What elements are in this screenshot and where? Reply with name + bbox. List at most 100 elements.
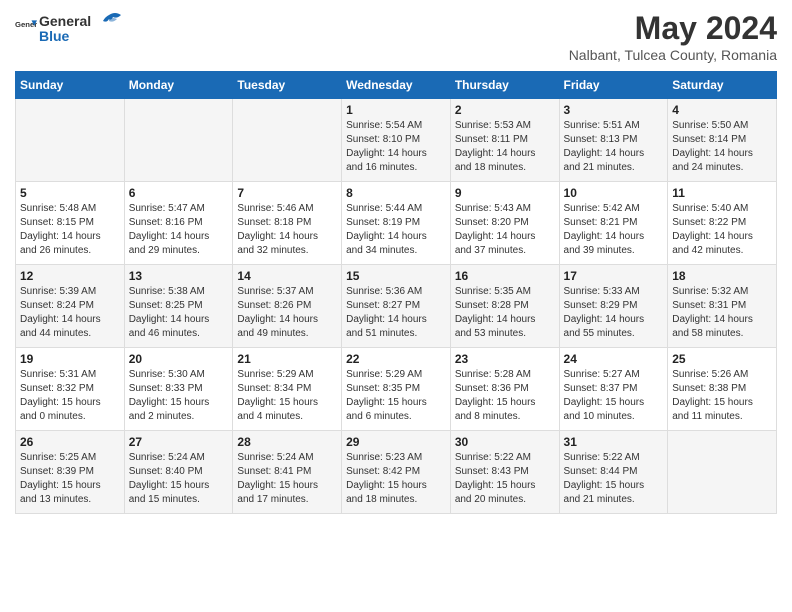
calendar-week-5: 26 Sunrise: 5:25 AM Sunset: 8:39 PM Dayli… — [16, 431, 777, 514]
calendar-body: 1 Sunrise: 5:54 AM Sunset: 8:10 PM Daylig… — [16, 99, 777, 514]
day-info: Sunrise: 5:24 AM Sunset: 8:41 PM Dayligh… — [237, 451, 337, 507]
day-number: 19 — [20, 352, 120, 366]
col-wednesday: Wednesday — [342, 72, 451, 99]
day-number: 12 — [20, 269, 120, 283]
day-info: Sunrise: 5:29 AM Sunset: 8:34 PM Dayligh… — [237, 368, 337, 424]
calendar-cell: 23 Sunrise: 5:28 AM Sunset: 8:36 PM Dayli… — [450, 348, 559, 431]
calendar-cell: 6Sunrise: 5:47 AM Sunset: 8:16 PM Daylig… — [124, 182, 233, 265]
calendar-week-4: 19 Sunrise: 5:31 AM Sunset: 8:32 PM Dayli… — [16, 348, 777, 431]
calendar-cell: 11 Sunrise: 5:40 AM Sunset: 8:22 PM Dayli… — [668, 182, 777, 265]
title-block: May 2024 Nalbant, Tulcea County, Romania — [569, 10, 777, 63]
calendar-cell: 27 Sunrise: 5:24 AM Sunset: 8:40 PM Dayli… — [124, 431, 233, 514]
calendar-cell — [16, 99, 125, 182]
day-info: Sunrise: 5:23 AM Sunset: 8:42 PM Dayligh… — [346, 451, 446, 507]
col-tuesday: Tuesday — [233, 72, 342, 99]
day-number: 11 — [672, 186, 772, 200]
calendar-cell: 5 Sunrise: 5:48 AM Sunset: 8:15 PM Daylig… — [16, 182, 125, 265]
day-number: 29 — [346, 435, 446, 449]
calendar-week-2: 5 Sunrise: 5:48 AM Sunset: 8:15 PM Daylig… — [16, 182, 777, 265]
day-number: 10 — [564, 186, 664, 200]
calendar-cell: 7 Sunrise: 5:46 AM Sunset: 8:18 PM Daylig… — [233, 182, 342, 265]
header: General General Blue May 2024 Nalbant, T… — [15, 10, 777, 63]
day-info: Sunrise: 5:35 AM Sunset: 8:28 PM Dayligh… — [455, 285, 555, 341]
day-number: 16 — [455, 269, 555, 283]
calendar-cell: 16 Sunrise: 5:35 AM Sunset: 8:28 PM Dayli… — [450, 265, 559, 348]
subtitle: Nalbant, Tulcea County, Romania — [569, 47, 777, 63]
calendar-cell: 2 Sunrise: 5:53 AM Sunset: 8:11 PM Daylig… — [450, 99, 559, 182]
day-info: Sunrise: 5:31 AM Sunset: 8:32 PM Dayligh… — [20, 368, 120, 424]
day-info: Sunrise: 5:32 AM Sunset: 8:31 PM Dayligh… — [672, 285, 772, 341]
calendar-week-3: 12 Sunrise: 5:39 AM Sunset: 8:24 PM Dayli… — [16, 265, 777, 348]
logo-icon: General — [15, 16, 37, 38]
header-row: Sunday Monday Tuesday Wednesday Thursday… — [16, 72, 777, 99]
calendar-cell: 13Sunrise: 5:38 AM Sunset: 8:25 PM Dayli… — [124, 265, 233, 348]
calendar-cell: 4Sunrise: 5:50 AM Sunset: 8:14 PM Daylig… — [668, 99, 777, 182]
day-number: 27 — [129, 435, 229, 449]
day-info: Sunrise: 5:46 AM Sunset: 8:18 PM Dayligh… — [237, 202, 337, 258]
day-info: Sunrise: 5:29 AM Sunset: 8:35 PM Dayligh… — [346, 368, 446, 424]
day-info: Sunrise: 5:47 AM Sunset: 8:16 PM Dayligh… — [129, 202, 229, 258]
calendar-cell — [233, 99, 342, 182]
day-info: Sunrise: 5:40 AM Sunset: 8:22 PM Dayligh… — [672, 202, 772, 258]
calendar-cell: 10 Sunrise: 5:42 AM Sunset: 8:21 PM Dayli… — [559, 182, 668, 265]
day-number: 5 — [20, 186, 120, 200]
calendar-cell: 14Sunrise: 5:37 AM Sunset: 8:26 PM Dayli… — [233, 265, 342, 348]
day-number: 1 — [346, 103, 446, 117]
day-number: 4 — [672, 103, 772, 117]
day-info: Sunrise: 5:42 AM Sunset: 8:21 PM Dayligh… — [564, 202, 664, 258]
calendar-cell: 12 Sunrise: 5:39 AM Sunset: 8:24 PM Dayli… — [16, 265, 125, 348]
calendar-cell: 25Sunrise: 5:26 AM Sunset: 8:38 PM Dayli… — [668, 348, 777, 431]
day-info: Sunrise: 5:28 AM Sunset: 8:36 PM Dayligh… — [455, 368, 555, 424]
col-sunday: Sunday — [16, 72, 125, 99]
col-friday: Friday — [559, 72, 668, 99]
calendar-cell: 31Sunrise: 5:22 AM Sunset: 8:44 PM Dayli… — [559, 431, 668, 514]
day-number: 21 — [237, 352, 337, 366]
day-number: 30 — [455, 435, 555, 449]
day-info: Sunrise: 5:25 AM Sunset: 8:39 PM Dayligh… — [20, 451, 120, 507]
logo-blue: Blue — [39, 29, 91, 44]
day-info: Sunrise: 5:53 AM Sunset: 8:11 PM Dayligh… — [455, 119, 555, 175]
calendar-cell: 24 Sunrise: 5:27 AM Sunset: 8:37 PM Dayli… — [559, 348, 668, 431]
day-number: 3 — [564, 103, 664, 117]
day-number: 22 — [346, 352, 446, 366]
day-info: Sunrise: 5:51 AM Sunset: 8:13 PM Dayligh… — [564, 119, 664, 175]
calendar-header: Sunday Monday Tuesday Wednesday Thursday… — [16, 72, 777, 99]
day-number: 9 — [455, 186, 555, 200]
day-info: Sunrise: 5:37 AM Sunset: 8:26 PM Dayligh… — [237, 285, 337, 341]
calendar-cell: 9Sunrise: 5:43 AM Sunset: 8:20 PM Daylig… — [450, 182, 559, 265]
day-info: Sunrise: 5:27 AM Sunset: 8:37 PM Dayligh… — [564, 368, 664, 424]
col-monday: Monday — [124, 72, 233, 99]
calendar-cell: 1 Sunrise: 5:54 AM Sunset: 8:10 PM Daylig… — [342, 99, 451, 182]
calendar-cell — [668, 431, 777, 514]
day-info: Sunrise: 5:33 AM Sunset: 8:29 PM Dayligh… — [564, 285, 664, 341]
calendar-cell: 29 Sunrise: 5:23 AM Sunset: 8:42 PM Dayli… — [342, 431, 451, 514]
day-number: 28 — [237, 435, 337, 449]
day-info: Sunrise: 5:26 AM Sunset: 8:38 PM Dayligh… — [672, 368, 772, 424]
day-number: 26 — [20, 435, 120, 449]
calendar-cell: 19 Sunrise: 5:31 AM Sunset: 8:32 PM Dayli… — [16, 348, 125, 431]
day-number: 24 — [564, 352, 664, 366]
calendar-cell: 15Sunrise: 5:36 AM Sunset: 8:27 PM Dayli… — [342, 265, 451, 348]
calendar-cell — [124, 99, 233, 182]
logo-bird-icon — [95, 9, 123, 37]
calendar-cell: 30Sunrise: 5:22 AM Sunset: 8:43 PM Dayli… — [450, 431, 559, 514]
day-info: Sunrise: 5:22 AM Sunset: 8:44 PM Dayligh… — [564, 451, 664, 507]
main-title: May 2024 — [569, 10, 777, 47]
calendar-cell: 8Sunrise: 5:44 AM Sunset: 8:19 PM Daylig… — [342, 182, 451, 265]
day-info: Sunrise: 5:24 AM Sunset: 8:40 PM Dayligh… — [129, 451, 229, 507]
calendar-cell: 18Sunrise: 5:32 AM Sunset: 8:31 PM Dayli… — [668, 265, 777, 348]
day-info: Sunrise: 5:48 AM Sunset: 8:15 PM Dayligh… — [20, 202, 120, 258]
page: General General Blue May 2024 Nalbant, T… — [0, 0, 792, 529]
day-info: Sunrise: 5:54 AM Sunset: 8:10 PM Dayligh… — [346, 119, 446, 175]
day-number: 17 — [564, 269, 664, 283]
day-number: 20 — [129, 352, 229, 366]
calendar-cell: 20Sunrise: 5:30 AM Sunset: 8:33 PM Dayli… — [124, 348, 233, 431]
day-number: 2 — [455, 103, 555, 117]
calendar-cell: 28 Sunrise: 5:24 AM Sunset: 8:41 PM Dayli… — [233, 431, 342, 514]
day-number: 23 — [455, 352, 555, 366]
day-number: 7 — [237, 186, 337, 200]
col-thursday: Thursday — [450, 72, 559, 99]
day-info: Sunrise: 5:39 AM Sunset: 8:24 PM Dayligh… — [20, 285, 120, 341]
calendar-cell: 21 Sunrise: 5:29 AM Sunset: 8:34 PM Dayli… — [233, 348, 342, 431]
col-saturday: Saturday — [668, 72, 777, 99]
